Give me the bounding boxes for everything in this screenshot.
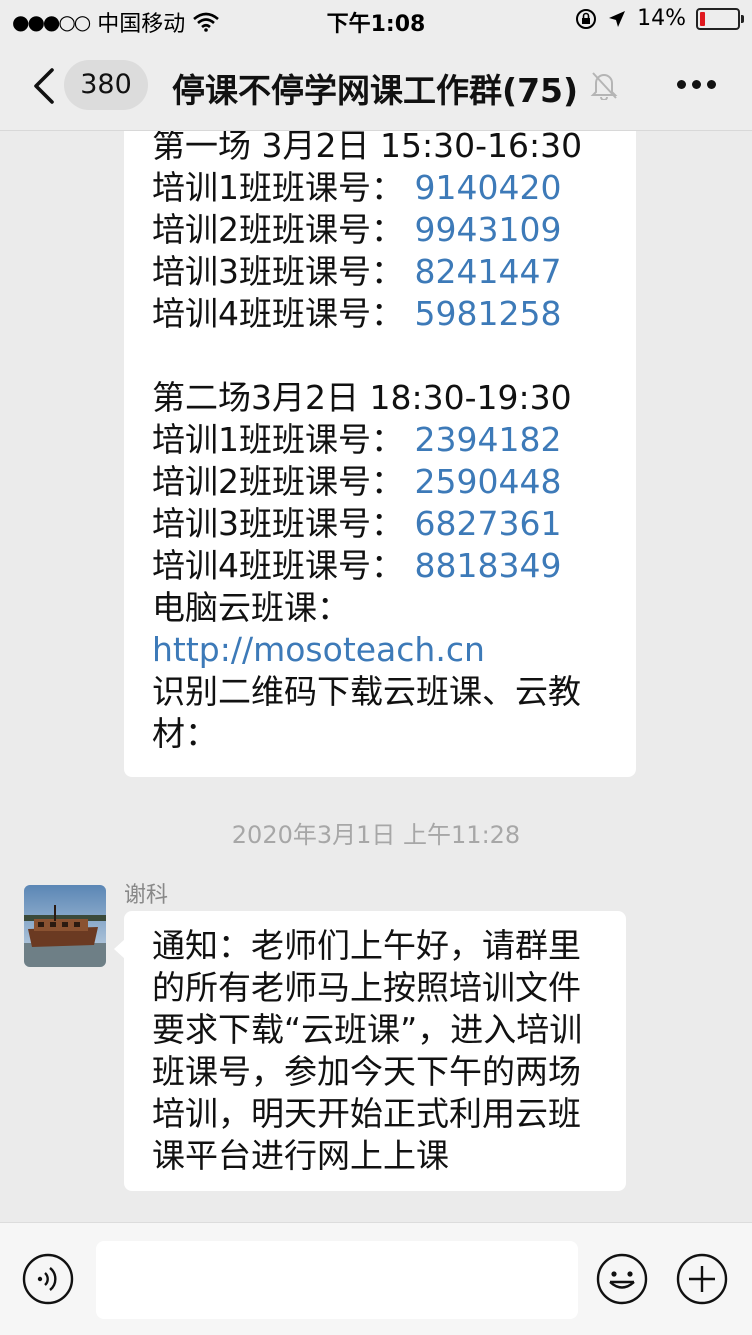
battery-percent: 14% — [637, 6, 686, 31]
message-bubble[interactable]: 通知：老师们上午好，请群里 的所有老师马上按照培训文件 要求下载“云班课”，进入… — [114, 911, 626, 1191]
message-input[interactable] — [96, 1241, 578, 1319]
message-timestamp: 2020年3月1日 上午11:28 — [231, 821, 521, 849]
emoji-icon[interactable] — [596, 1253, 648, 1305]
class-code-link[interactable]: 2590448 — [415, 462, 562, 501]
class-code-link[interactable]: 6827361 — [415, 504, 562, 543]
battery-icon — [696, 7, 744, 30]
message-line: http://mosoteach.cn — [152, 629, 608, 671]
message-line: 培训，明天开始正式利用云班 — [152, 1094, 581, 1133]
message-bubble[interactable]: 第一场 3月2日 15:30-16:30 培训1班班课号： 9140420 培训… — [124, 131, 636, 777]
message-line: 培训3班班课号： 6827361 — [152, 504, 562, 543]
message-line: 通知：老师们上午好，请群里 — [152, 926, 581, 965]
rotation-lock-icon — [576, 8, 597, 29]
avatar-boat-image — [24, 885, 106, 967]
sender-name[interactable]: 谢科 — [124, 877, 168, 909]
message-line: 识别二维码下载云班课、云教 — [152, 672, 581, 711]
message-line: 培训1班班课号： 2394182 — [152, 420, 562, 459]
input-bar — [0, 1222, 752, 1335]
mosoteach-link[interactable]: http://mosoteach.cn — [152, 630, 485, 669]
chat-message-list[interactable]: 第一场 3月2日 15:30-16:30 培训1班班课号： 9140420 培训… — [0, 131, 752, 1221]
class-code-link[interactable]: 8818349 — [415, 546, 562, 585]
mute-bell-icon — [590, 72, 618, 100]
message-line: 要求下载“云班课”，进入培训 — [152, 1010, 583, 1049]
location-arrow-icon — [609, 10, 626, 27]
message-line: 第二场3月2日 18:30-19:30 — [152, 378, 572, 417]
status-right: 14% — [575, 6, 744, 31]
message-line: 电脑云班课： — [152, 588, 350, 627]
message-line: 培训3班班课号： 8241447 — [152, 252, 562, 291]
message-line: 课平台进行网上上课 — [152, 1136, 449, 1175]
chat-header: 380 停课不停学网课工作群(75) — [0, 40, 752, 131]
message-line: 第一场 3月2日 15:30-16:30 — [152, 131, 583, 165]
message-line: 班课号，参加今天下午的两场 — [152, 1052, 581, 1091]
message-line: 的所有老师马上按照培训文件 — [152, 968, 581, 1007]
chat-title: 停课不停学网课工作群(75) — [172, 71, 579, 110]
voice-icon[interactable] — [22, 1253, 74, 1305]
message-line: 材： — [152, 714, 218, 753]
message-line: 培训1班班课号： 9140420 — [152, 168, 562, 207]
class-code-link[interactable]: 2394182 — [415, 420, 562, 459]
more-dots-icon[interactable] — [677, 80, 716, 89]
class-code-link[interactable]: 9140420 — [415, 168, 562, 207]
plus-icon[interactable] — [676, 1253, 728, 1305]
message-line: 培训2班班课号： 9943109 — [152, 210, 562, 249]
avatar[interactable] — [24, 885, 106, 967]
class-code-link[interactable]: 5981258 — [415, 294, 562, 333]
status-bar: ●●●○○ 中国移动 下午1:08 14% — [0, 0, 752, 40]
class-code-link[interactable]: 8241447 — [415, 252, 562, 291]
message-line: 培训2班班课号： 2590448 — [152, 462, 562, 501]
message-line: 培训4班班课号： 5981258 — [152, 294, 562, 333]
back-chevron-icon[interactable] — [28, 66, 62, 106]
message-line: 培训4班班课号： 8818349 — [152, 546, 562, 585]
class-code-link[interactable]: 9943109 — [415, 210, 562, 249]
battery-level — [700, 11, 705, 26]
unread-count-badge[interactable]: 380 — [64, 60, 148, 110]
